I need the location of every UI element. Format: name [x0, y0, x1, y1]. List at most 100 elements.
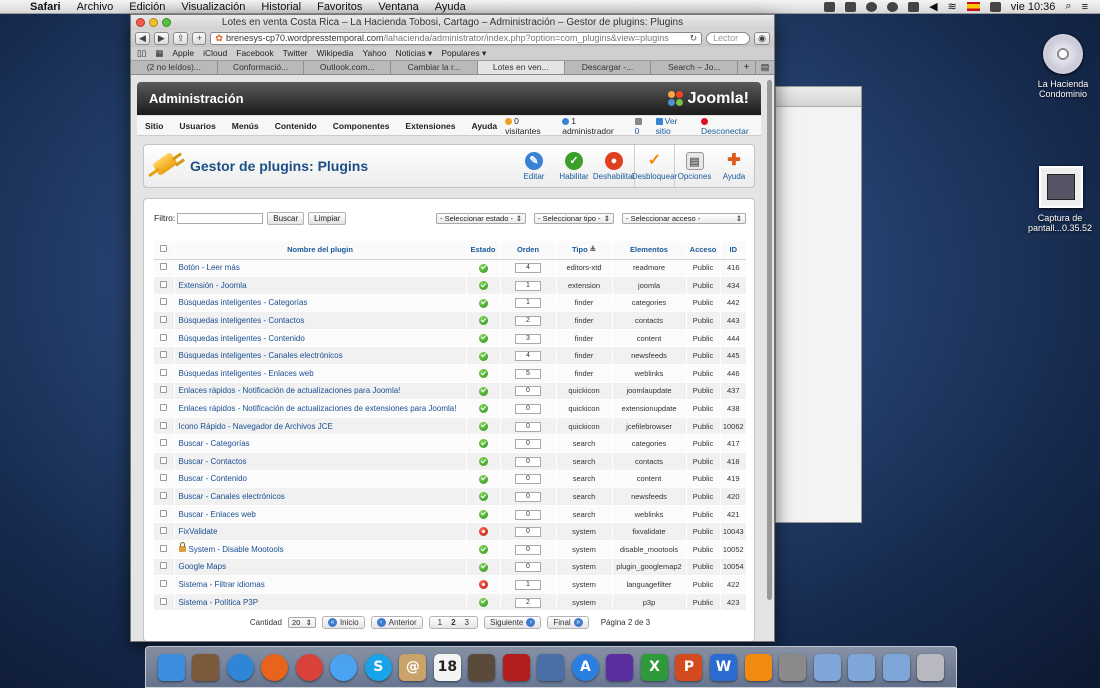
- enabled-status-icon[interactable]: [478, 316, 488, 326]
- safari-dock-icon[interactable]: [226, 653, 254, 681]
- top-sites-icon[interactable]: ▦: [155, 48, 163, 59]
- plugin-name-link[interactable]: Búsquedas inteligentes - Enlaces web: [179, 369, 314, 378]
- order-input[interactable]: 0: [515, 509, 541, 520]
- order-input[interactable]: 1: [515, 579, 541, 590]
- order-input[interactable]: 0: [515, 439, 541, 450]
- plugin-name-link[interactable]: FixValidate: [179, 527, 218, 536]
- row-checkbox[interactable]: [160, 316, 168, 324]
- column-header-order[interactable]: Orden: [499, 241, 556, 260]
- row-checkbox[interactable]: [160, 421, 168, 429]
- volume-icon[interactable]: ◀: [929, 0, 937, 13]
- row-checkbox[interactable]: [160, 298, 168, 306]
- column-header-name[interactable]: Nombre del plugin: [173, 241, 466, 260]
- desktop-icon-label[interactable]: La Hacienda Condominio: [1030, 79, 1096, 99]
- skype-dock-icon[interactable]: S: [364, 653, 392, 681]
- browser-tab[interactable]: Conformació...: [218, 61, 305, 74]
- plugin-name-link[interactable]: Sistema - Política P3P: [179, 598, 259, 607]
- plugin-name-link[interactable]: Buscar - Categorías: [179, 439, 250, 448]
- type-select[interactable]: - Seleccionar tipo - ⇕: [534, 212, 614, 224]
- quantity-select[interactable]: 20 ⇕: [287, 616, 316, 628]
- browser-tab[interactable]: (2 no leídos)...: [131, 61, 218, 74]
- page-scrollbar[interactable]: [767, 80, 772, 600]
- enabled-status-icon[interactable]: [478, 474, 488, 484]
- disabled-status-icon[interactable]: [478, 527, 488, 537]
- menu-item[interactable]: Archivo: [69, 1, 122, 13]
- preview-dock-icon[interactable]: [192, 653, 220, 681]
- sync-icon[interactable]: [887, 1, 899, 12]
- order-input[interactable]: 0: [515, 492, 541, 503]
- plugin-name-link[interactable]: Búsquedas inteligentes - Contenido: [179, 334, 305, 343]
- browser-tab[interactable]: Search – Jo...: [651, 61, 739, 74]
- browser-tab[interactable]: Cambiar la r...: [391, 61, 478, 74]
- menu-item[interactable]: Historial: [253, 1, 309, 13]
- state-select[interactable]: - Seleccionar estado - ⇕: [436, 212, 526, 224]
- firefox-dock-icon[interactable]: [261, 653, 289, 681]
- column-header-type[interactable]: Tipo ≜: [555, 241, 612, 260]
- reader-button[interactable]: Lector: [706, 32, 751, 45]
- plugin-name-link[interactable]: Búsquedas inteligentes - Categorías: [179, 298, 308, 307]
- browser-tab[interactable]: Outlook.com...: [304, 61, 392, 74]
- menu-app[interactable]: Safari: [22, 1, 69, 13]
- enabled-status-icon[interactable]: [478, 509, 488, 519]
- order-input[interactable]: 0: [515, 404, 541, 415]
- row-checkbox[interactable]: [160, 439, 168, 447]
- order-input[interactable]: 0: [515, 527, 541, 538]
- bookmark-link[interactable]: Apple: [172, 48, 194, 59]
- add-bookmark-button[interactable]: +: [192, 32, 207, 45]
- row-checkbox[interactable]: [160, 492, 168, 500]
- order-input[interactable]: 0: [515, 544, 541, 555]
- order-input[interactable]: 2: [515, 316, 541, 327]
- row-checkbox[interactable]: [160, 404, 168, 412]
- plugin-name-link[interactable]: Extensión - Joomla: [179, 281, 247, 290]
- screenshot-file-icon[interactable]: [1039, 166, 1083, 208]
- browser-tab[interactable]: Lotes en ven...: [477, 61, 565, 74]
- excel-dock-icon[interactable]: X: [640, 653, 668, 681]
- menu-item[interactable]: Ventana: [370, 1, 426, 13]
- view-site-link[interactable]: Ver sitio: [655, 116, 693, 136]
- disabled-status-icon[interactable]: [478, 580, 488, 590]
- plugin-name-link[interactable]: Búsquedas inteligentes - Contactos: [179, 316, 305, 325]
- app-store-dock-icon[interactable]: A: [571, 653, 599, 681]
- row-checkbox[interactable]: [160, 456, 168, 464]
- row-checkbox[interactable]: [160, 579, 168, 587]
- reload-icon[interactable]: ↻: [690, 33, 698, 44]
- column-header-access[interactable]: Acceso: [685, 241, 720, 260]
- documents-folder-dock-icon[interactable]: [848, 653, 876, 681]
- dropbox-icon[interactable]: [824, 1, 836, 12]
- spotlight-search-icon[interactable]: ⌕: [1065, 0, 1071, 13]
- order-input[interactable]: 1: [515, 280, 541, 291]
- disc-icon[interactable]: [1043, 34, 1083, 74]
- plugin-name-link[interactable]: Búsquedas inteligentes - Canales electró…: [179, 351, 343, 360]
- admin-menu-item[interactable]: Ayuda: [464, 121, 506, 131]
- column-header-id[interactable]: ID: [719, 241, 746, 260]
- order-input[interactable]: 0: [515, 474, 541, 485]
- search-button[interactable]: Buscar: [267, 211, 305, 225]
- help-button[interactable]: ✚ Ayuda: [714, 145, 754, 187]
- plugin-name-link[interactable]: Google Maps: [179, 562, 227, 571]
- logout-link[interactable]: Desconectar: [701, 116, 755, 136]
- page-number[interactable]: 3: [462, 617, 472, 628]
- enabled-status-icon[interactable]: [478, 545, 488, 555]
- share-button[interactable]: ⇪: [172, 32, 189, 45]
- admin-menu-item[interactable]: Contenido: [267, 121, 325, 131]
- order-input[interactable]: 4: [515, 351, 541, 362]
- enabled-status-icon[interactable]: [478, 457, 488, 467]
- photo-booth-dock-icon[interactable]: [502, 653, 530, 681]
- plugin-name-link[interactable]: Buscar - Enlaces web: [179, 510, 256, 519]
- enabled-status-icon[interactable]: [478, 333, 488, 343]
- order-input[interactable]: 5: [515, 368, 541, 379]
- enabled-status-icon[interactable]: [478, 597, 488, 607]
- joomla-logo[interactable]: Joomla!: [667, 90, 749, 108]
- contacts-dock-icon[interactable]: @: [399, 653, 427, 681]
- enabled-status-icon[interactable]: [478, 281, 488, 291]
- disable-button[interactable]: ● Deshabilitar: [593, 145, 635, 187]
- plugin-name-link[interactable]: System - Disable Mootools: [189, 545, 284, 554]
- enabled-status-icon[interactable]: [478, 263, 488, 273]
- first-page-button[interactable]: «Inicio: [321, 615, 365, 629]
- enabled-status-icon[interactable]: [478, 439, 488, 449]
- system-preferences-dock-icon[interactable]: [779, 653, 807, 681]
- bookmark-link[interactable]: Noticias ▾: [395, 48, 432, 59]
- menu-item[interactable]: Edición: [121, 1, 173, 13]
- address-bar[interactable]: ✿ brenesys-cp70.wordpresstemporal.com/la…: [210, 32, 703, 45]
- notification-center-icon[interactable]: ≡: [1082, 1, 1088, 13]
